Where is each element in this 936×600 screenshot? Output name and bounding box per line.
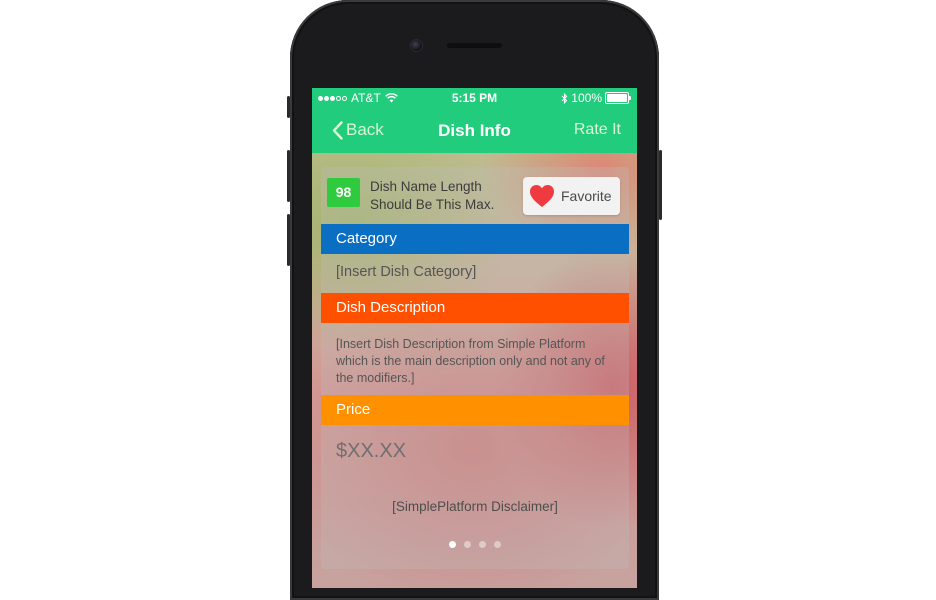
navigation-bar: Back Dish Info Rate It	[312, 108, 637, 153]
screen: AT&T 5:15 PM 100% Back Dish Info Rate It…	[312, 88, 637, 588]
score-badge: 98	[327, 178, 360, 207]
earpiece-speaker	[447, 43, 502, 48]
battery-icon	[605, 92, 631, 104]
favorite-button[interactable]: Favorite	[523, 177, 620, 215]
phone-frame: AT&T 5:15 PM 100% Back Dish Info Rate It…	[287, 0, 662, 600]
status-bar: AT&T 5:15 PM 100%	[312, 88, 637, 108]
volume-up-button	[287, 150, 290, 202]
bluetooth-icon	[561, 92, 568, 104]
description-header: Dish Description	[321, 293, 629, 323]
page-dot[interactable]	[479, 541, 486, 548]
disclaimer: [SimplePlatform Disclaimer]	[392, 499, 558, 514]
price-header: Price	[321, 395, 629, 425]
mute-switch	[287, 96, 290, 118]
battery-status: 100%	[561, 91, 631, 105]
dish-info-card: 98 Dish Name Length Should Be This Max. …	[321, 167, 629, 569]
page-indicator[interactable]	[321, 541, 629, 548]
page-dot[interactable]	[464, 541, 471, 548]
favorite-label: Favorite	[561, 188, 612, 204]
rate-it-button[interactable]: Rate It	[574, 121, 621, 139]
volume-down-button	[287, 214, 290, 266]
description-value: [Insert Dish Description from Simple Pla…	[336, 337, 605, 385]
dish-name: Dish Name Length Should Be This Max.	[370, 179, 495, 212]
dish-header: 98 Dish Name Length Should Be This Max. …	[327, 172, 624, 217]
page-dot[interactable]	[494, 541, 501, 548]
category-header: Category	[321, 224, 629, 254]
battery-percent: 100%	[571, 91, 602, 105]
price-value: $XX.XX	[336, 440, 407, 462]
category-value: [Insert Dish Category]	[336, 264, 477, 280]
heart-icon	[530, 185, 554, 207]
power-button	[659, 150, 662, 220]
front-camera	[411, 40, 422, 51]
page-dot[interactable]	[449, 541, 456, 548]
